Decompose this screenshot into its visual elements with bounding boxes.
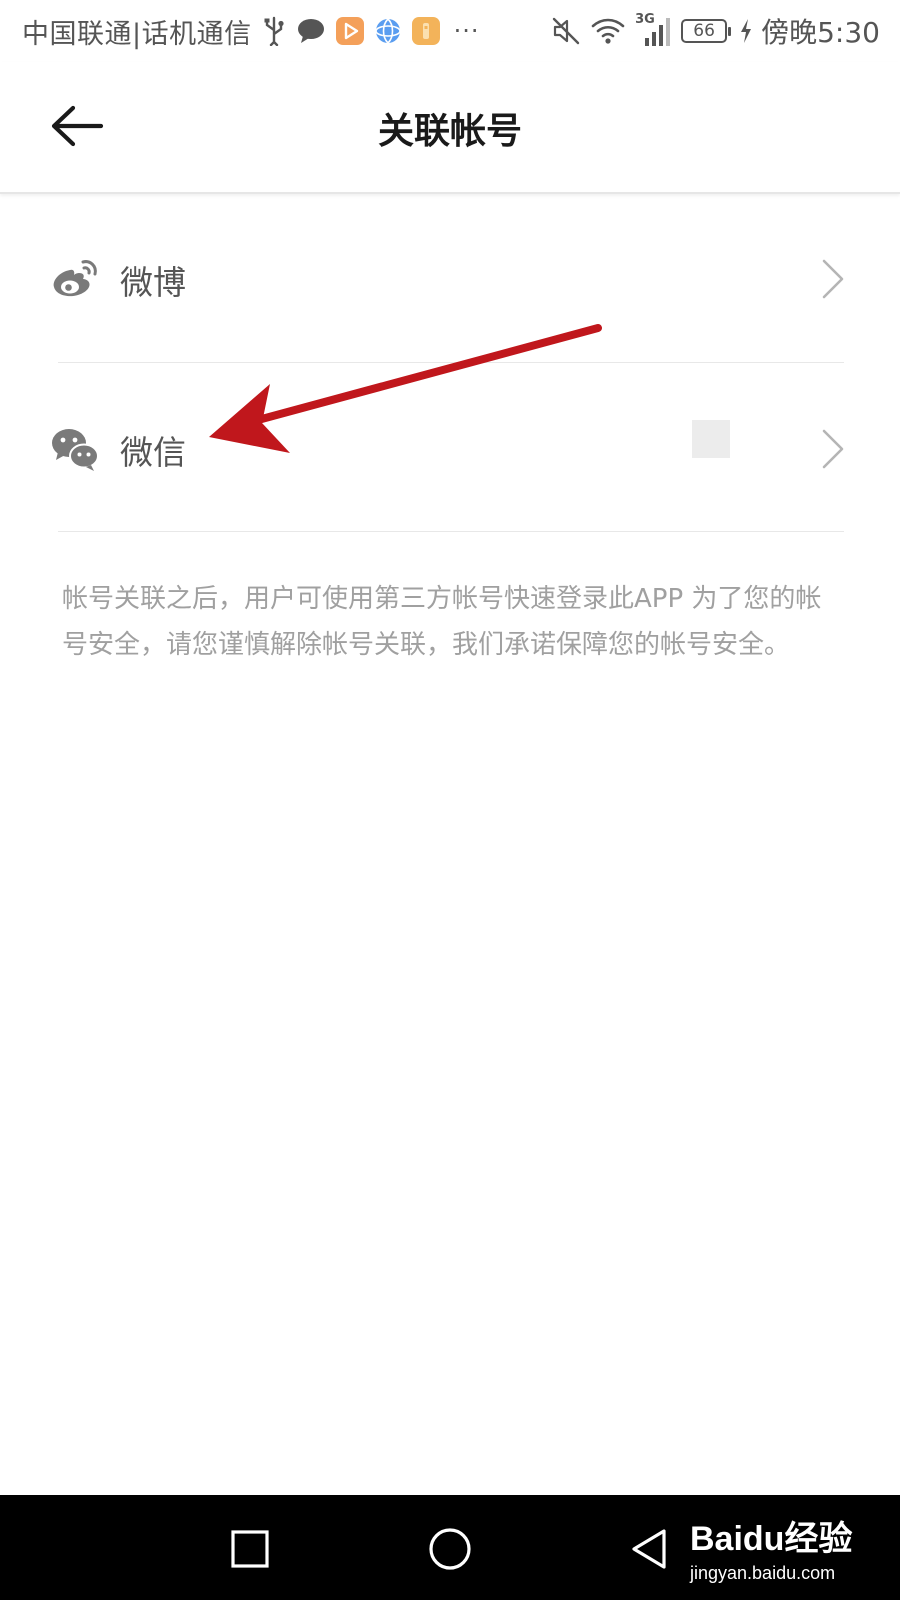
chat-icon	[296, 16, 326, 46]
row-divider	[58, 531, 844, 532]
wechat-icon	[50, 426, 100, 472]
top-nav-bar: 关联帐号	[0, 62, 900, 194]
status-bar: 中国联通|话机通信 ··· 3G 66 傍晚5:30	[0, 0, 900, 62]
battery-level: 66	[693, 21, 715, 41]
triangle-back-icon	[632, 1529, 666, 1569]
square-icon	[231, 1530, 269, 1568]
weibo-account-row[interactable]: 微博	[0, 196, 900, 364]
wifi-icon	[591, 16, 625, 46]
wechat-account-value	[692, 420, 730, 458]
system-nav-bar: Baidu经验 jingyan.baidu.com	[0, 1495, 900, 1600]
wechat-account-row[interactable]: 微信	[0, 364, 900, 532]
page-title: 关联帐号	[377, 111, 522, 152]
wechat-label: 微信	[120, 433, 186, 472]
home-button[interactable]	[426, 1525, 474, 1573]
network-type: 3G	[635, 12, 655, 27]
weibo-icon	[50, 256, 100, 302]
watermark-brand: Baidu经验	[690, 1520, 853, 1558]
recents-button[interactable]	[226, 1525, 274, 1573]
watermark-url: jingyan.baidu.com	[690, 1563, 836, 1583]
usb-icon	[262, 16, 286, 46]
chevron-right-icon	[820, 258, 846, 300]
account-binding-note: 帐号关联之后，用户可使用第三方帐号快速登录此APP 为了您的帐号安全，请您谨慎解…	[62, 584, 822, 660]
weibo-label: 微博	[120, 263, 186, 302]
baidu-jingyan-watermark: Baidu经验 jingyan.baidu.com	[686, 1509, 886, 1589]
overflow-indicator: ···	[453, 17, 480, 45]
circle-icon	[429, 1528, 471, 1570]
video-app-icon	[335, 17, 364, 45]
mute-icon	[551, 16, 581, 46]
notes-app-icon	[411, 17, 440, 45]
clock: 傍晚5:30	[761, 16, 880, 49]
system-back-button[interactable]	[626, 1525, 674, 1573]
row-divider	[58, 362, 844, 363]
battery-icon: 66	[681, 19, 732, 43]
browser-app-icon	[374, 17, 402, 45]
signal-icon: 3G	[635, 12, 671, 48]
charging-icon	[739, 18, 753, 44]
chevron-right-icon	[820, 428, 846, 470]
carrier-name: 中国联通|话机通信	[22, 18, 252, 50]
